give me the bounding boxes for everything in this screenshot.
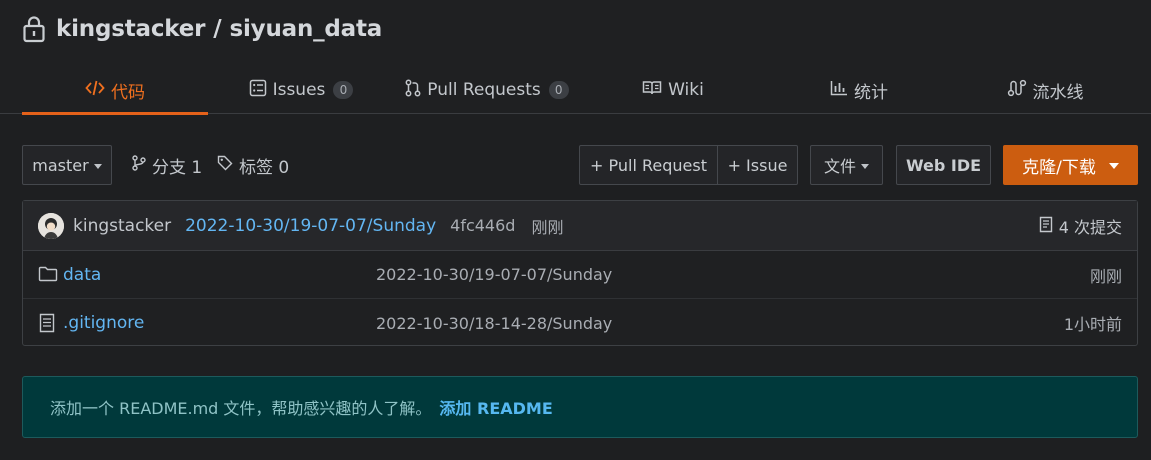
file-commit-time: 刚刚 <box>1089 266 1122 286</box>
chevron-down-icon <box>1108 163 1119 169</box>
issues-icon <box>249 79 267 102</box>
file-list: kingstacker 2022-10-30/19-07-07/Sunday 4… <box>22 200 1138 346</box>
chevron-down-icon <box>861 163 869 169</box>
code-icon <box>85 79 105 102</box>
tab-code[interactable]: 代码 <box>22 66 208 115</box>
issues-count-badge: 0 <box>333 81 354 99</box>
pull-requests-count-badge: 0 <box>548 81 569 99</box>
branch-select-label: master <box>32 155 89 175</box>
add-readme-link[interactable]: 添加 README <box>439 395 552 419</box>
tab-pipeline[interactable]: 流水线 <box>952 66 1138 114</box>
file-commit-time: 1小时前 <box>1063 315 1122 334</box>
commits-icon <box>1039 216 1053 237</box>
book-icon <box>642 80 662 101</box>
file-name-link[interactable]: .gitignore <box>63 313 144 333</box>
repo-separator: / <box>213 16 222 42</box>
tab-pull-requests-label: Pull Requests <box>427 80 541 100</box>
tab-pipeline-label: 流水线 <box>1032 82 1084 103</box>
clone-download-button[interactable]: 克隆/下载 <box>1003 145 1138 185</box>
tab-issues-label: Issues <box>272 80 326 100</box>
file-menu-button[interactable]: 文件 <box>810 145 883 185</box>
readme-banner-text: 添加一个 README.md 文件，帮助感兴趣的人了解。 <box>50 399 432 418</box>
commit-time: 刚刚 <box>531 217 564 237</box>
tag-icon <box>217 155 233 176</box>
tab-wiki[interactable]: Wiki <box>580 66 766 114</box>
lock-icon <box>22 15 48 43</box>
repo-name-link[interactable]: siyuan_data <box>229 16 382 42</box>
repo-header: kingstacker / siyuan_data 代码 Issues 0 Pu… <box>0 0 1151 115</box>
tags-label: 标签 0 <box>239 157 290 178</box>
latest-commit-bar: kingstacker 2022-10-30/19-07-07/Sunday 4… <box>23 201 1137 251</box>
branches-label: 分支 1 <box>152 157 203 178</box>
clone-download-label: 克隆/下载 <box>1022 157 1096 178</box>
pull-request-icon <box>405 79 421 102</box>
file-menu-label: 文件 <box>823 157 856 176</box>
repo-tabs: 代码 Issues 0 Pull Requests 0 Wiki 统计 流水线 <box>22 66 1138 115</box>
file-commit-message[interactable]: 2022-10-30/19-07-07/Sunday <box>376 265 612 284</box>
repo-owner-link[interactable]: kingstacker <box>56 16 205 42</box>
tab-stats-label: 统计 <box>854 82 888 103</box>
list-item: data 2022-10-30/19-07-07/Sunday 刚刚 <box>23 251 1137 299</box>
commit-count-label: 4 次提交 <box>1058 218 1122 237</box>
file-text-icon <box>38 313 58 333</box>
branch-icon <box>132 154 146 176</box>
avatar[interactable] <box>38 212 64 239</box>
tab-stats[interactable]: 统计 <box>766 66 952 114</box>
readme-banner: 添加一个 README.md 文件，帮助感兴趣的人了解。 添加 README <box>22 376 1138 438</box>
commit-count-link[interactable]: 4 次提交 <box>1039 201 1122 251</box>
branch-select[interactable]: master <box>22 145 112 185</box>
list-item: .gitignore 2022-10-30/18-14-28/Sunday 1小… <box>23 299 1137 347</box>
web-ide-button[interactable]: Web IDE <box>896 145 991 185</box>
new-issue-button[interactable]: + Issue <box>717 146 797 184</box>
folder-icon <box>38 265 58 285</box>
tab-code-label: 代码 <box>111 82 145 103</box>
commit-message[interactable]: 2022-10-30/19-07-07/Sunday <box>185 216 436 236</box>
branches-link[interactable]: 分支 1 <box>132 145 202 185</box>
new-pull-request-button[interactable]: + Pull Request <box>580 146 717 184</box>
chevron-down-icon <box>93 163 102 169</box>
pipeline-icon <box>1007 79 1027 102</box>
tags-link[interactable]: 标签 0 <box>217 145 289 185</box>
tab-pull-requests[interactable]: Pull Requests 0 <box>394 66 580 114</box>
commit-sha[interactable]: 4fc446d <box>450 216 515 235</box>
repo-title: kingstacker / siyuan_data <box>22 14 382 44</box>
file-commit-message[interactable]: 2022-10-30/18-14-28/Sunday <box>376 314 612 333</box>
file-name-link[interactable]: data <box>63 265 101 285</box>
repo-toolbar: master 分支 1 标签 0 + Pull Request + Issue … <box>22 145 1138 185</box>
bar-chart-icon <box>830 80 848 101</box>
tab-wiki-label: Wiki <box>668 80 704 100</box>
commit-author[interactable]: kingstacker <box>73 216 171 236</box>
tab-issues[interactable]: Issues 0 <box>208 66 394 114</box>
new-item-group: + Pull Request + Issue <box>579 145 798 185</box>
